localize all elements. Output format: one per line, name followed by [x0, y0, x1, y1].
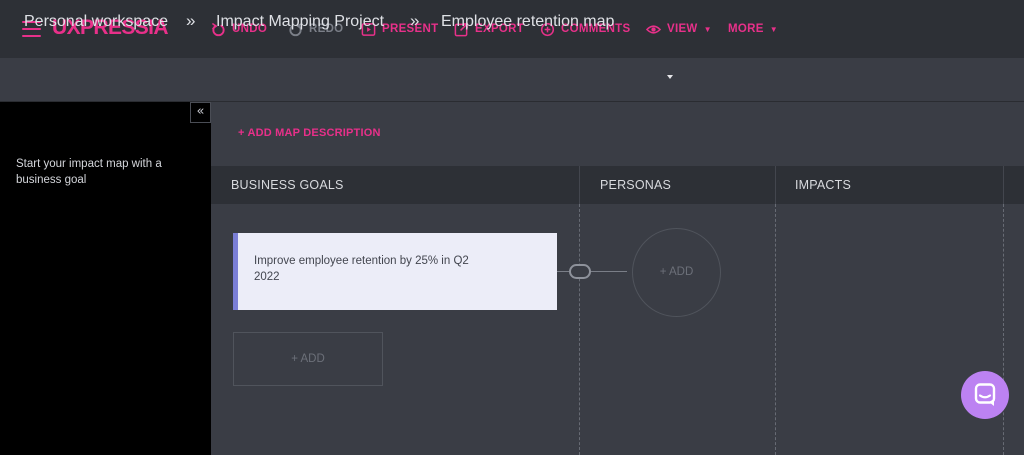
map-dropdown-icon[interactable] — [667, 75, 673, 79]
add-map-description-button[interactable]: + ADD MAP DESCRIPTION — [238, 127, 381, 139]
business-goal-text: Improve employee retention by 25% in Q2 … — [254, 255, 469, 283]
breadcrumb-map[interactable]: Employee retention map — [441, 13, 614, 31]
column-impacts: IMPACTS — [795, 178, 852, 192]
add-persona-button[interactable]: + ADD — [632, 228, 721, 317]
column-divider-dashed — [1003, 204, 1004, 455]
column-divider — [1003, 166, 1004, 204]
more-button[interactable]: MORE ▼ — [728, 21, 778, 37]
sidebar — [0, 102, 211, 455]
breadcrumb-separator: » — [186, 11, 196, 30]
more-label: MORE — [728, 23, 764, 35]
connector-node[interactable] — [569, 264, 591, 279]
column-business-goals: BUSINESS GOALS — [231, 178, 344, 192]
column-divider-dashed — [775, 204, 776, 455]
breadcrumb-project[interactable]: Impact Mapping Project — [216, 13, 384, 31]
chat-support-button[interactable] — [961, 371, 1009, 419]
view-label: VIEW — [667, 23, 698, 35]
chevron-down-icon: ▼ — [703, 24, 712, 34]
breadcrumb — [0, 58, 1024, 102]
chat-icon — [974, 383, 996, 406]
connector-line — [557, 271, 627, 272]
column-personas: PERSONAS — [600, 178, 672, 192]
chevron-down-icon: ▼ — [769, 24, 778, 34]
collapse-sidebar-button[interactable]: « — [190, 102, 211, 123]
sidebar-hint: Start your impact map with a business go… — [16, 158, 162, 186]
column-divider-dashed — [579, 204, 580, 455]
add-business-goal-button[interactable]: + ADD — [233, 332, 383, 386]
column-divider — [579, 166, 580, 204]
breadcrumb-separator: » — [410, 11, 420, 30]
eye-icon — [646, 24, 661, 34]
view-button[interactable]: VIEW ▼ — [646, 21, 712, 37]
breadcrumb-workspace[interactable]: Personal workspace — [24, 13, 168, 31]
column-divider — [775, 166, 776, 204]
business-goal-card[interactable]: Improve employee retention by 25% in Q2 … — [233, 233, 557, 310]
